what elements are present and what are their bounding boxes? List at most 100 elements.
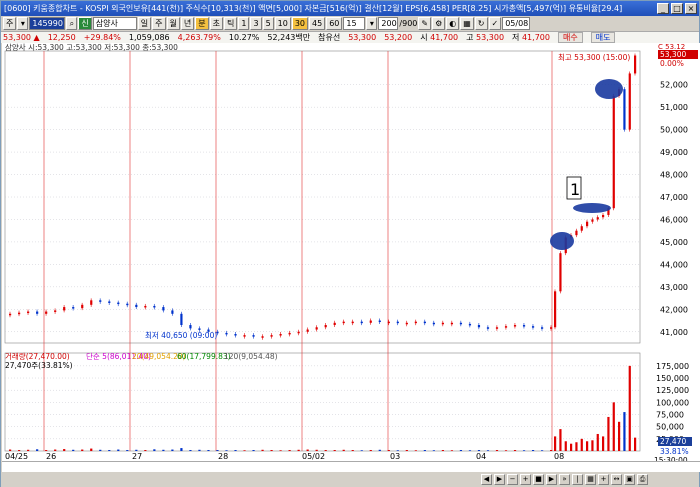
x-tick-label: 04/25: [5, 452, 28, 461]
candle: [634, 55, 637, 74]
close-button[interactable]: ×: [685, 3, 697, 14]
save-icon[interactable]: ▣: [624, 474, 635, 485]
price-change: 12,250: [47, 33, 76, 42]
volume-value: 1,059,086: [128, 33, 170, 42]
x-tick-label: 08: [554, 452, 564, 461]
tool-icon-6[interactable]: ✓: [488, 17, 502, 30]
interval-1-button[interactable]: 1: [238, 17, 250, 30]
candle: [396, 321, 399, 324]
period-tick-button[interactable]: 틱: [224, 17, 238, 30]
play-icon[interactable]: ▶: [546, 474, 557, 485]
sell-button[interactable]: 매도: [590, 32, 616, 43]
volume-bar: [602, 436, 605, 451]
stop-icon[interactable]: ■: [533, 474, 544, 485]
candle: [495, 327, 499, 329]
maximize-button[interactable]: □: [671, 3, 683, 14]
grid-icon[interactable]: ▦: [585, 474, 596, 485]
minimize-button[interactable]: _: [657, 3, 669, 14]
volume-bar: [99, 449, 102, 451]
chart-scrollbar[interactable]: [2, 461, 700, 472]
volume-legend: 거래량(27,470.00): [5, 352, 70, 361]
period-week-button[interactable]: 주: [152, 17, 166, 30]
volume-bar: [486, 450, 490, 451]
candle: [369, 320, 372, 323]
current-price: 53,300 ▲: [3, 33, 40, 42]
tool-icon-3[interactable]: ◐: [446, 17, 460, 30]
mode-dropdown-button[interactable]: ▾: [17, 17, 29, 30]
period-year-button[interactable]: 년: [180, 17, 195, 30]
volume-bar: [126, 450, 129, 451]
volume-bar: [559, 429, 562, 451]
volume-legend: 60(17,799.83): [177, 352, 231, 361]
interval-dropdown-button[interactable]: ▾: [366, 17, 378, 30]
candle: [36, 311, 39, 314]
tool-icon-5[interactable]: ↻: [474, 17, 488, 30]
price-tick-label: 44,000: [660, 260, 688, 269]
interval-10-button[interactable]: 10: [274, 17, 291, 30]
print-icon[interactable]: ⎙: [637, 474, 648, 485]
date-input[interactable]: 05/08: [502, 17, 531, 30]
candle: [72, 307, 75, 309]
tool-icon-4[interactable]: ▦: [460, 17, 474, 30]
volume-bar: [261, 449, 264, 451]
period-second-button[interactable]: 초: [209, 17, 223, 30]
candle: [360, 321, 363, 324]
mode-button[interactable]: 주: [3, 17, 17, 30]
interval-5-button[interactable]: 5: [262, 17, 274, 30]
tool-icon-2[interactable]: ⚙: [432, 17, 446, 30]
volume-bar: [36, 449, 39, 451]
volume-legend: 120(9,054.48): [224, 352, 278, 361]
end-icon[interactable]: |: [572, 474, 583, 485]
candle: [486, 327, 490, 329]
crosshair-icon[interactable]: +: [598, 474, 609, 485]
volume-bar: [135, 449, 138, 451]
price-chart[interactable]: 52,000 51,000 50,000 49,000 48,000 47,000 46,0…: [2, 43, 700, 461]
volume-bar: [234, 450, 237, 451]
count-input[interactable]: 200: [378, 17, 399, 30]
buy-button[interactable]: 매수: [557, 32, 583, 43]
volume-bar: [531, 450, 535, 451]
volume-bar: [623, 412, 626, 451]
interval-60-button[interactable]: 60: [326, 17, 343, 30]
candle: [586, 221, 589, 227]
interval-30-button[interactable]: 30: [291, 17, 309, 30]
volume-ratio: 4,263.79%: [177, 33, 221, 42]
candle: [198, 328, 201, 330]
zoom-out-icon[interactable]: −: [507, 474, 518, 485]
period-month-button[interactable]: 월: [166, 17, 180, 30]
candle: [27, 311, 30, 314]
title-bar: [0600] 키움종합차트 - KOSPI 외국인보유[441(천)] 주식수[…: [1, 1, 699, 16]
chart-area[interactable]: 52,000 51,000 50,000 49,000 48,000 47,000 46,0…: [2, 43, 700, 461]
period-minute-button[interactable]: 분: [195, 17, 209, 30]
candle: [531, 326, 535, 328]
interval-45-button[interactable]: 45: [309, 17, 326, 30]
volume-bar: [72, 449, 75, 451]
volume-bar: [243, 450, 246, 451]
volume-bar: [495, 450, 499, 451]
tool-icon-1[interactable]: ✎: [418, 17, 432, 30]
candle: [540, 327, 544, 329]
scroll-right-icon[interactable]: ▶: [494, 474, 505, 485]
interval-custom-input[interactable]: 15: [343, 17, 366, 30]
volume-bar: [634, 437, 637, 451]
volume-bar: [315, 449, 318, 451]
candle: [324, 325, 327, 328]
fast-forward-icon[interactable]: »: [559, 474, 570, 485]
stock-code-input[interactable]: 145990: [29, 17, 66, 30]
highlight-ellipse: [550, 232, 574, 250]
scroll-left-icon[interactable]: ◀: [481, 474, 492, 485]
candle: [9, 313, 12, 316]
highlight-ellipse: [595, 79, 623, 99]
volume-bar: [54, 449, 57, 451]
fit-icon[interactable]: ↔: [611, 474, 622, 485]
zoom-in-icon[interactable]: +: [520, 474, 531, 485]
volume-bar: [550, 450, 553, 451]
volume-bar: [575, 442, 578, 451]
current-price-box-label: 53,300: [660, 50, 686, 59]
stock-name-field[interactable]: 삼양사: [92, 17, 137, 30]
search-icon[interactable]: ⌕: [66, 17, 78, 30]
interval-3-button[interactable]: 3: [250, 17, 262, 30]
period-day-button[interactable]: 일: [137, 17, 152, 30]
price-tick-label: 51,000: [660, 103, 688, 112]
candle: [288, 332, 291, 335]
